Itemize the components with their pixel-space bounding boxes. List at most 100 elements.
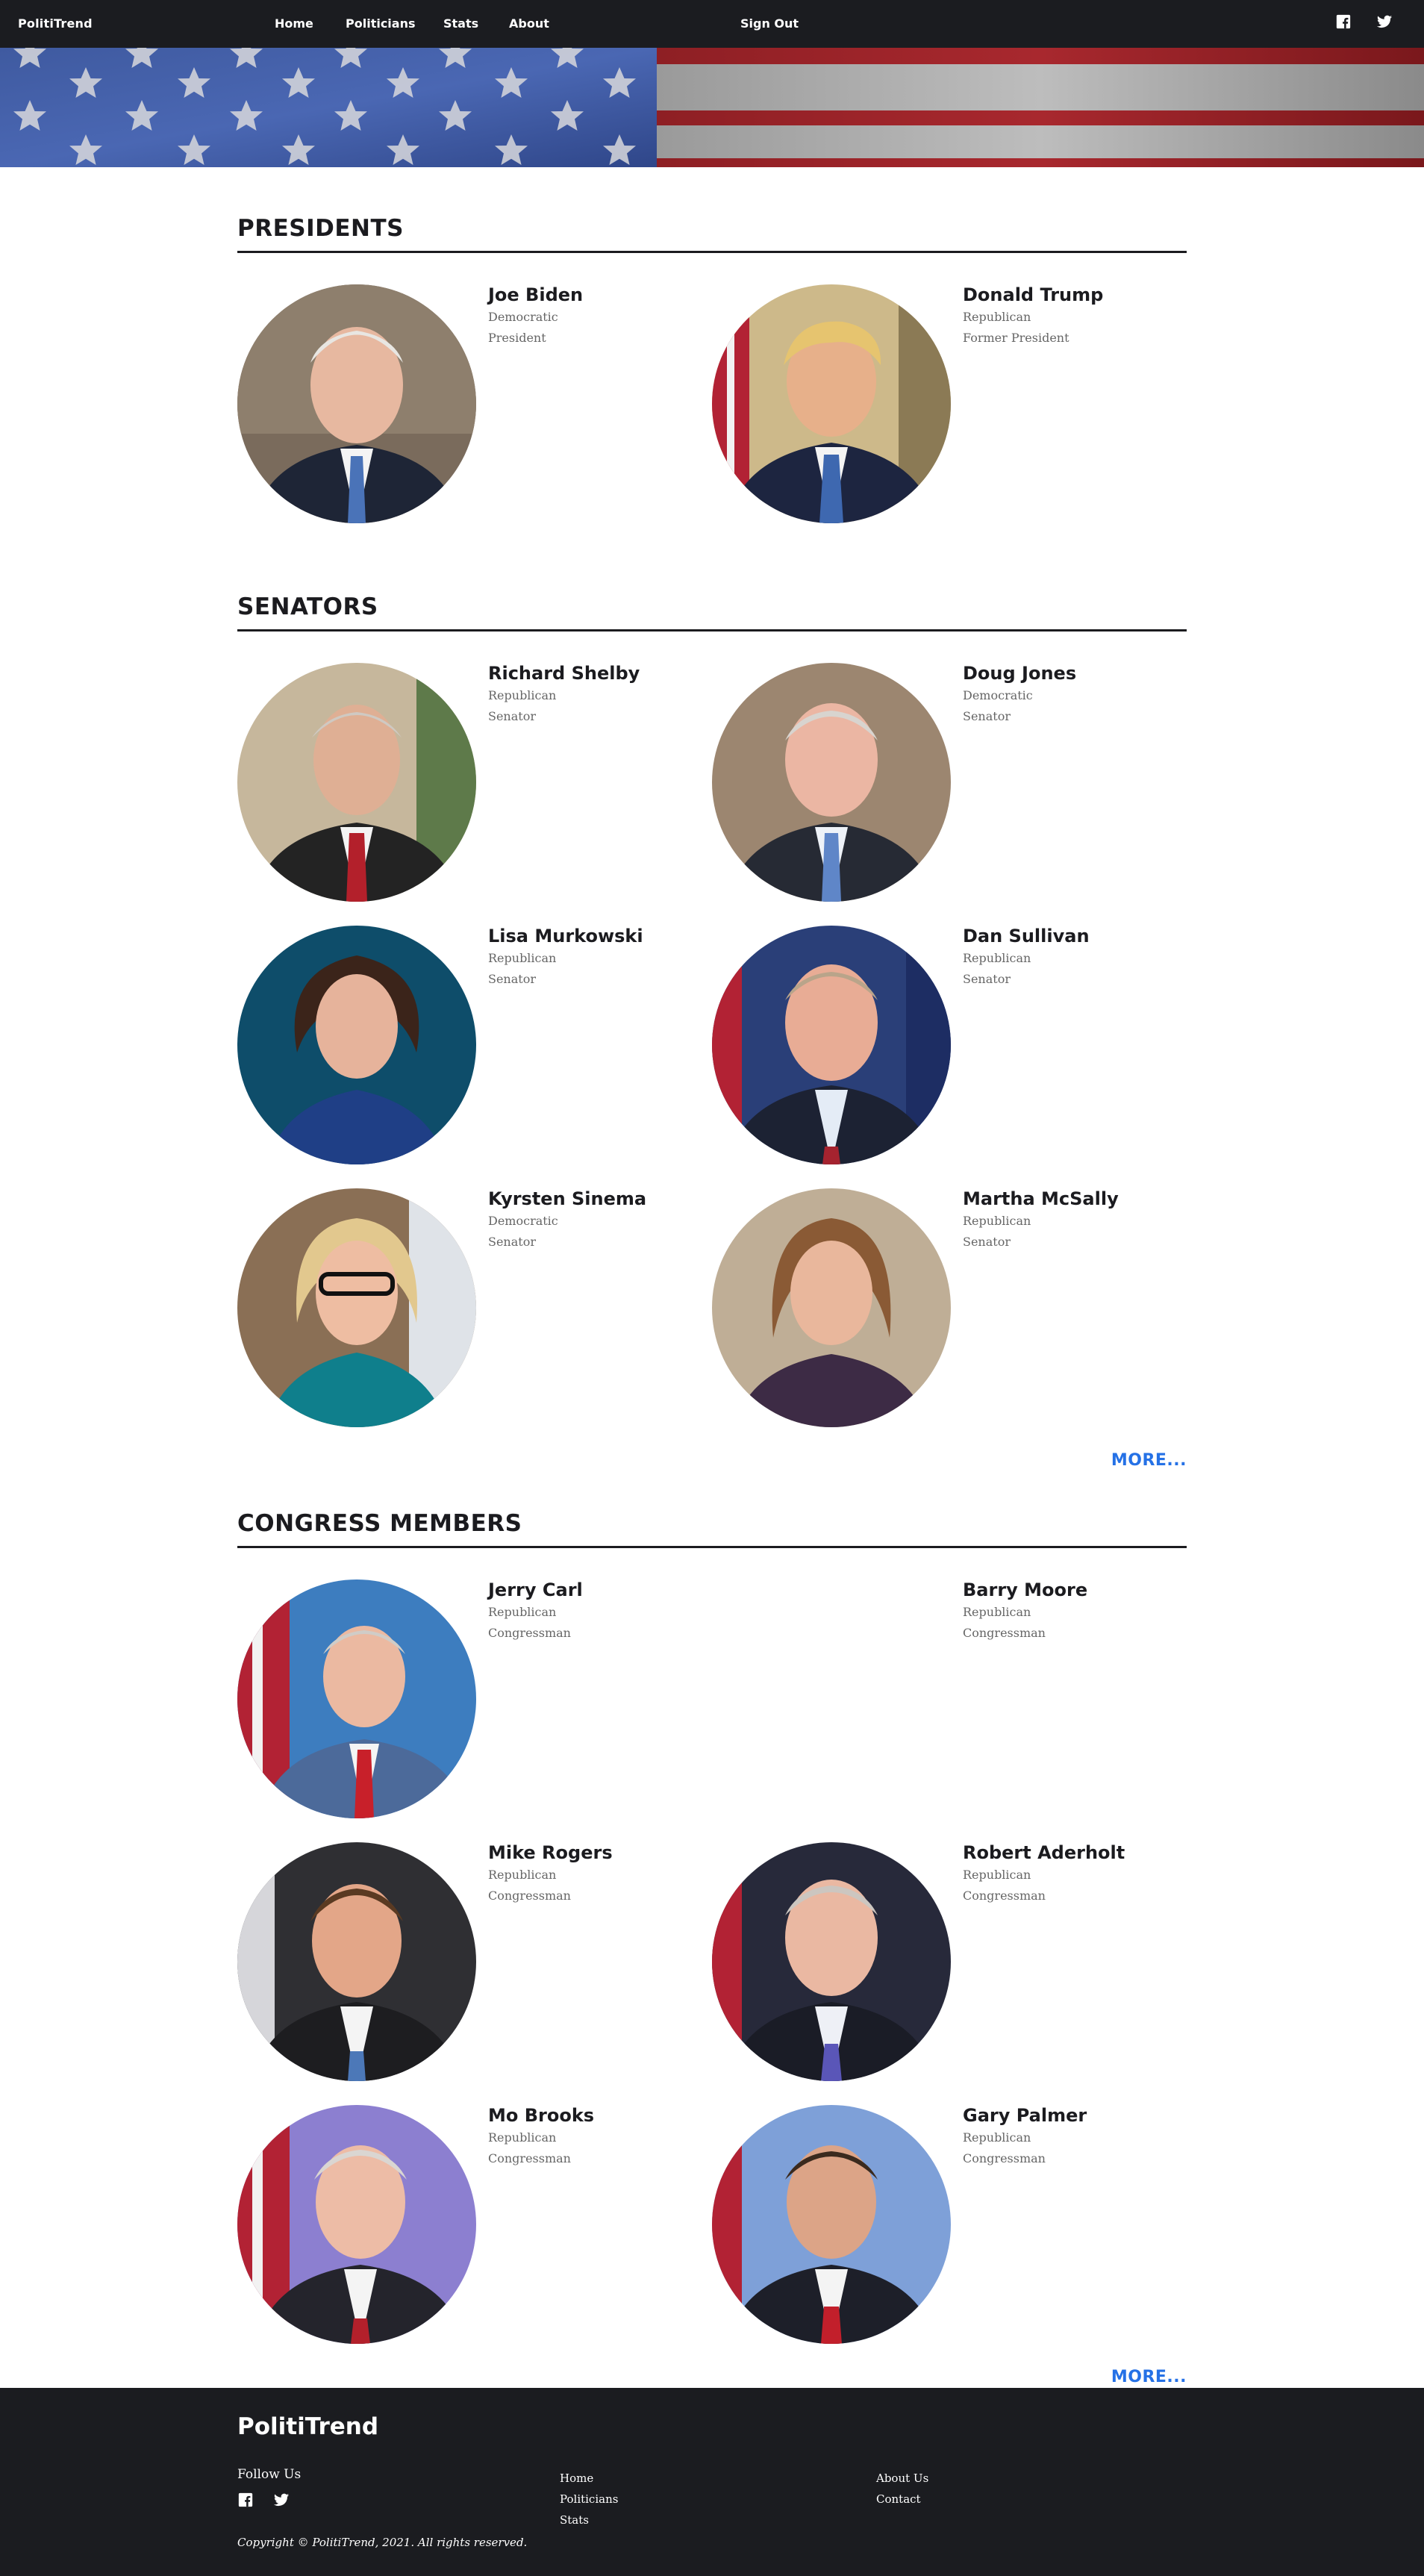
politician-party: Republican xyxy=(488,1605,557,1619)
section-title-presidents: PRESIDENTS xyxy=(237,215,1187,253)
politician-name[interactable]: Mo Brooks xyxy=(488,2105,594,2126)
politician-card[interactable]: Gary Palmer Republican Congressman xyxy=(712,2105,1187,2368)
politician-name[interactable]: Doug Jones xyxy=(963,663,1076,684)
politician-card[interactable]: Dan Sullivan Republican Senator xyxy=(712,926,1187,1188)
nav-brand[interactable]: PolitiTrend xyxy=(18,16,93,31)
politician-card[interactable]: Lisa Murkowski Republican Senator xyxy=(237,926,712,1188)
politician-party: Republican xyxy=(488,951,557,965)
site-footer: PolitiTrend Follow Us Home Politicians S… xyxy=(0,2388,1424,2576)
politician-name[interactable]: Barry Moore xyxy=(963,1579,1087,1600)
politician-name[interactable]: Joe Biden xyxy=(488,284,583,305)
politician-party: Republican xyxy=(488,688,557,702)
footer-link-about-us[interactable]: About Us xyxy=(876,2471,928,2485)
politician-name[interactable]: Martha McSally xyxy=(963,1188,1119,1209)
politician-party: Republican xyxy=(963,1605,1031,1619)
politician-portrait[interactable] xyxy=(237,284,476,523)
presidents-grid: Joe Biden Democratic President Donald Tr… xyxy=(237,284,1187,547)
politician-portrait[interactable] xyxy=(712,1188,951,1427)
politician-role: Congressman xyxy=(488,2151,571,2165)
politician-role: Senator xyxy=(488,1235,536,1249)
footer-brand[interactable]: PolitiTrend xyxy=(237,2413,378,2440)
politician-name[interactable]: Gary Palmer xyxy=(963,2105,1087,2126)
politician-party: Republican xyxy=(963,951,1031,965)
section-title-senators: SENATORS xyxy=(237,593,1187,631)
politician-role: Former President xyxy=(963,331,1069,345)
politician-role: President xyxy=(488,331,546,345)
politician-party: Republican xyxy=(963,1868,1031,1882)
politician-role: Senator xyxy=(963,1235,1011,1249)
politician-party: Democratic xyxy=(963,688,1033,702)
politician-card[interactable]: Mo Brooks Republican Congressman xyxy=(237,2105,712,2368)
politician-portrait[interactable] xyxy=(237,926,476,1164)
copyright-text: Copyright © PolitiTrend, 2021. All right… xyxy=(237,2536,528,2549)
politician-role: Senator xyxy=(963,972,1011,986)
politician-name[interactable]: Mike Rogers xyxy=(488,1842,613,1863)
politician-role: Senator xyxy=(488,709,536,723)
twitter-icon[interactable] xyxy=(273,2492,290,2508)
politician-card[interactable]: Robert Aderholt Republican Congressman xyxy=(712,1842,1187,2105)
senators-grid: Richard Shelby Republican Senator Doug J… xyxy=(237,663,1187,1451)
politician-party: Republican xyxy=(963,310,1031,324)
politician-portrait[interactable] xyxy=(712,2105,951,2344)
politician-card[interactable]: Martha McSally Republican Senator xyxy=(712,1188,1187,1451)
politician-portrait[interactable] xyxy=(237,663,476,902)
politician-portrait[interactable] xyxy=(712,663,951,902)
politician-portrait[interactable] xyxy=(712,926,951,1164)
nav-link-politicians[interactable]: Politicians xyxy=(346,16,416,31)
politician-name[interactable]: Dan Sullivan xyxy=(963,926,1090,946)
congress-grid: Jerry Carl Republican Congressman Barry … xyxy=(237,1579,1187,2368)
section-title-congress: CONGRESS MEMBERS xyxy=(237,1510,1187,1548)
senators-more-link[interactable]: MORE... xyxy=(237,1451,1187,1470)
politician-card[interactable]: Richard Shelby Republican Senator xyxy=(237,663,712,926)
politician-portrait[interactable] xyxy=(237,1188,476,1427)
nav-link-about[interactable]: About xyxy=(509,16,549,31)
politician-role: Congressman xyxy=(488,1889,571,1903)
politician-name[interactable]: Donald Trump xyxy=(963,284,1103,305)
politician-party: Republican xyxy=(488,2130,557,2145)
politician-card[interactable]: Mike Rogers Republican Congressman xyxy=(237,1842,712,2105)
twitter-icon[interactable] xyxy=(1376,13,1393,30)
politician-party: Democratic xyxy=(488,310,558,324)
politician-portrait[interactable] xyxy=(712,1842,951,2081)
politician-party: Republican xyxy=(963,2130,1031,2145)
politician-party: Republican xyxy=(963,1214,1031,1228)
nav-link-home[interactable]: Home xyxy=(275,16,313,31)
politician-role: Congressman xyxy=(963,1626,1046,1640)
politician-portrait[interactable] xyxy=(237,1579,476,1818)
politician-card[interactable]: Jerry Carl Republican Congressman xyxy=(237,1579,712,1842)
politician-portrait[interactable] xyxy=(237,1842,476,2081)
nav-link-stats[interactable]: Stats xyxy=(443,16,478,31)
politician-name[interactable]: Jerry Carl xyxy=(488,1579,583,1600)
politician-card[interactable]: Donald Trump Republican Former President xyxy=(712,284,1187,547)
flag-image xyxy=(0,48,1424,167)
politician-portrait[interactable] xyxy=(712,284,951,523)
top-navbar: PolitiTrend Home Politicians Stats About… xyxy=(0,0,1424,48)
politician-name[interactable]: Lisa Murkowski xyxy=(488,926,643,946)
politician-role: Senator xyxy=(963,709,1011,723)
politician-name[interactable]: Kyrsten Sinema xyxy=(488,1188,646,1209)
politician-card[interactable]: Kyrsten Sinema Democratic Senator xyxy=(237,1188,712,1451)
hero-flag-banner xyxy=(0,48,1424,167)
facebook-icon[interactable] xyxy=(1335,13,1352,30)
footer-link-home[interactable]: Home xyxy=(560,2471,593,2485)
politician-party: Republican xyxy=(488,1868,557,1882)
politician-portrait[interactable] xyxy=(237,2105,476,2344)
facebook-icon[interactable] xyxy=(237,2492,254,2508)
footer-link-politicians[interactable]: Politicians xyxy=(560,2492,618,2506)
politician-party: Democratic xyxy=(488,1214,558,1228)
congress-more-link[interactable]: MORE... xyxy=(237,2368,1187,2386)
politician-role: Congressman xyxy=(488,1626,571,1640)
follow-us-label: Follow Us xyxy=(237,2467,302,2482)
politician-name[interactable]: Robert Aderholt xyxy=(963,1842,1125,1863)
politician-card[interactable]: Barry Moore Republican Congressman xyxy=(712,1579,1187,1842)
footer-link-stats[interactable]: Stats xyxy=(560,2513,589,2527)
footer-link-contact[interactable]: Contact xyxy=(876,2492,921,2506)
politician-card[interactable]: Joe Biden Democratic President xyxy=(237,284,712,547)
politician-role: Congressman xyxy=(963,1889,1046,1903)
politician-card[interactable]: Doug Jones Democratic Senator xyxy=(712,663,1187,926)
signout-button[interactable]: Sign Out xyxy=(740,16,799,31)
politician-name[interactable]: Richard Shelby xyxy=(488,663,640,684)
politician-role: Senator xyxy=(488,972,536,986)
politician-role: Congressman xyxy=(963,2151,1046,2165)
main-content: PRESIDENTS Joe Biden Democratic Presiden… xyxy=(237,167,1187,2386)
